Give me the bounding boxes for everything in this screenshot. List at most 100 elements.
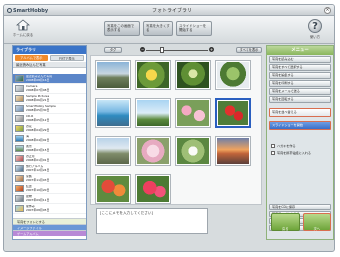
footer-game-item[interactable]: ゲームアルバム (13, 230, 86, 236)
photo-thumbnail[interactable] (135, 98, 171, 128)
album-item[interactable]: 建物 2007年09月11日 (13, 194, 86, 204)
photo-thumbnail-selected[interactable] (215, 98, 251, 128)
toolbar: ホームに戻る 写真をこの画面で表示する 写真を大きくする スライドショーを開始す… (4, 16, 334, 44)
album-thumbnail (15, 155, 24, 162)
home-button[interactable]: ホームに戻る (12, 19, 34, 41)
menu-start-slideshow[interactable]: スライドショーを開始 (269, 121, 331, 130)
album-item[interactable]: 最近読み込んだ写真 2008年08月16日 (13, 74, 86, 84)
memo-field[interactable]: [ここにメモを入力してください] (96, 208, 208, 234)
album-item[interactable]: 家族 2007年11月03日 (13, 174, 86, 184)
menu-pane: メニュー 写真を読み込む 写真をすべて選択する 写真を編集する 写真を印刷する … (266, 45, 334, 240)
album-thumbnail (15, 175, 24, 182)
slideshow-button[interactable]: スライドショーを開始する (176, 21, 212, 36)
zoom-track (146, 49, 208, 51)
album-item[interactable]: 夏休み 2007年08月05日 (13, 204, 86, 214)
album-item[interactable]: 旅行アルバム 2007年12月24日 (13, 164, 86, 174)
view-filter: アルバムで表示 日付で表示 (13, 54, 86, 62)
photo-thumbnail[interactable] (95, 174, 131, 204)
menu-edit-photo[interactable]: 写真を編集する (269, 72, 331, 79)
menu-rotate-photo[interactable]: 写真を回転する (269, 96, 331, 103)
title-bar: SmartHobby フォトライブラリ × (4, 5, 334, 16)
menu-mail-photo[interactable]: 写真をメールで送る (269, 88, 331, 95)
album-thumbnail (15, 125, 24, 132)
next-button[interactable]: 次へ (302, 213, 331, 231)
photo-thumbnail[interactable] (175, 98, 211, 128)
photo-image (218, 101, 248, 125)
zoom-out-icon[interactable]: − (140, 47, 145, 52)
photo-thumbnail[interactable] (135, 60, 171, 90)
view-photo-button[interactable]: 写真をこの画面で表示する (104, 21, 140, 36)
zoom-slider[interactable]: − + (140, 47, 214, 53)
photo-thumbnail[interactable] (215, 136, 251, 166)
menu-header: メニュー (267, 46, 333, 55)
question-icon: ? (308, 19, 322, 33)
menu-select-all[interactable]: 写真をすべて選択する (269, 64, 331, 71)
photo-image (137, 62, 169, 88)
photo-grid (90, 55, 262, 205)
photo-image (177, 62, 209, 88)
library-pane: ライブラリ アルバムで表示 日付で表示 最近読み込んだ写真 最近読み込んだ写真 2… (12, 45, 87, 240)
menu-print-photo[interactable]: 写真を印刷する (269, 80, 331, 87)
photo-image (137, 176, 169, 202)
menu-import-photos[interactable]: 写真を読み込む (269, 56, 331, 63)
check-postcard[interactable]: ハガキを作る (271, 143, 329, 148)
check-label: ハガキを作る (277, 144, 296, 148)
album-item[interactable]: お花 2008年04月29日 (13, 124, 86, 134)
close-button[interactable]: × (324, 7, 331, 14)
photo-thumbnail[interactable] (175, 60, 211, 90)
album-date: 2008年01月01日 (26, 157, 50, 162)
album-thumbnail (15, 95, 24, 102)
album-date: 2008年05月30日 (26, 107, 50, 112)
help-button[interactable]: ? 使い方 (304, 19, 326, 39)
album-thumbnail (15, 185, 24, 192)
album-date: 2008年06月21日 (26, 97, 50, 102)
album-thumbnail (15, 105, 24, 112)
zoom-in-icon[interactable]: + (209, 47, 214, 52)
photo-image (177, 138, 209, 164)
help-label: 使い方 (309, 35, 321, 39)
check-label: 写真を携帯電話に入れる (277, 151, 312, 155)
home-label: ホームに戻る (12, 33, 34, 37)
album-thumbnail (15, 135, 24, 142)
back-button[interactable]: 戻る (271, 213, 300, 231)
album-thumbnail (15, 115, 24, 122)
photo-image (137, 138, 169, 164)
photo-thumbnail[interactable] (95, 60, 131, 90)
check-mobile[interactable]: 写真を携帯電話に入れる (271, 150, 329, 155)
album-item[interactable]: お正月 2008年01月01日 (13, 154, 86, 164)
photo-thumbnail[interactable] (175, 136, 211, 166)
album-item[interactable]: Camera 2008年07月08日 (13, 84, 86, 94)
photo-image (217, 138, 249, 164)
library-tab[interactable]: ライブラリ (13, 46, 86, 54)
album-date: 2007年11月03日 (26, 177, 50, 182)
photo-thumbnail[interactable] (135, 174, 171, 204)
photo-thumbnail[interactable] (95, 136, 131, 166)
album-date: 2007年12月24日 (26, 167, 50, 172)
photo-thumbnail[interactable] (215, 60, 251, 90)
album-item[interactable]: 紅葉 2007年10月20日 (13, 184, 86, 194)
album-thumbnail (15, 85, 24, 92)
zoom-knob[interactable] (160, 47, 164, 53)
album-date: 2008年04月29日 (26, 127, 50, 132)
library-footer: 写真をフォトにする イメージファイル ゲームアルバム (13, 218, 86, 236)
menu-save-cd[interactable]: 写真をCDに保存 (269, 204, 331, 210)
photo-thumbnail[interactable] (95, 98, 131, 128)
photo-thumbnail[interactable] (135, 136, 171, 166)
tag-button[interactable]: タグ (104, 47, 122, 53)
album-date: 2008年05月12日 (26, 117, 50, 122)
album-view-button[interactable]: アルバムで表示 (15, 55, 48, 61)
show-all-button[interactable]: すべてを表示 (236, 47, 262, 53)
album-item[interactable]: 風景 2008年03月15日 (13, 144, 86, 154)
album-item[interactable]: Sample Pictures 2008年06月21日 (13, 94, 86, 104)
album-list: 最近読み込んだ写真 2008年08月16日 Camera 2008年07月08日 S… (13, 74, 86, 218)
album-item[interactable]: CD-R 2008年05月12日 (13, 114, 86, 124)
album-item[interactable]: 海 2008年04月02日 (13, 134, 86, 144)
date-view-button[interactable]: 日付で表示 (49, 55, 84, 61)
checkbox-icon (271, 143, 275, 148)
menu-sort-photos[interactable]: 写真を並べ替える (269, 108, 331, 117)
photo-image (97, 100, 129, 126)
album-date: 2007年09月11日 (26, 197, 50, 202)
enlarge-photo-button[interactable]: 写真を大きくする (143, 21, 173, 36)
album-thumbnail (15, 145, 24, 152)
album-item[interactable]: SmartHobby Sample 2008年05月30日 (13, 104, 86, 114)
